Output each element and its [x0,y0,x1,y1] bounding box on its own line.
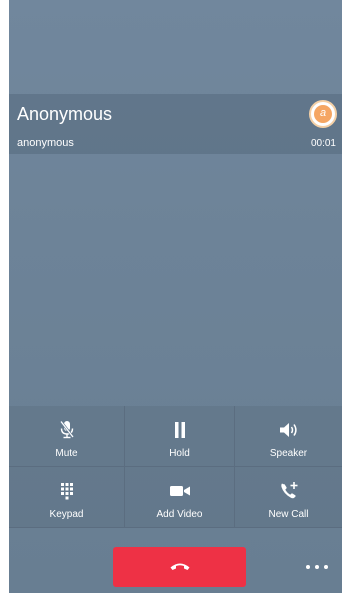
mute-label: Mute [55,448,78,459]
speaker-label: Speaker [269,448,308,459]
speaker-icon [235,420,342,440]
new-call-label: New Call [268,509,309,520]
speaker-button[interactable]: Speaker [235,406,342,467]
end-call-button[interactable] [113,547,246,587]
call-screen: Anonymous anonymous 00:01 a Mute Hold Sp… [9,0,342,593]
more-options-button[interactable] [306,558,328,576]
new-call-button[interactable]: New Call [235,467,342,528]
avatar-letter: a [314,105,332,123]
video-camera-icon [125,481,234,501]
avatar: a [309,100,337,128]
add-video-label: Add Video [156,509,203,520]
keypad-label: Keypad [49,509,84,520]
hold-button[interactable]: Hold [125,406,235,467]
caller-info-bar: Anonymous anonymous 00:01 a [9,94,342,154]
keypad-button[interactable]: Keypad [9,467,125,528]
caller-name: Anonymous [17,104,113,124]
hang-up-icon [169,558,191,576]
mute-button[interactable]: Mute [9,406,125,467]
hold-label: Hold [169,448,190,459]
add-video-button[interactable]: Add Video [125,467,235,528]
microphone-muted-icon [9,420,124,440]
phone-add-icon [235,481,342,501]
caller-id: anonymous [17,137,74,149]
keypad-icon [9,481,124,501]
pause-icon [125,420,234,440]
more-options-icon [306,565,310,569]
call-duration: 00:01 [310,138,336,149]
call-controls-grid: Mute Hold Speaker Keypad Add Video New C… [9,406,342,528]
